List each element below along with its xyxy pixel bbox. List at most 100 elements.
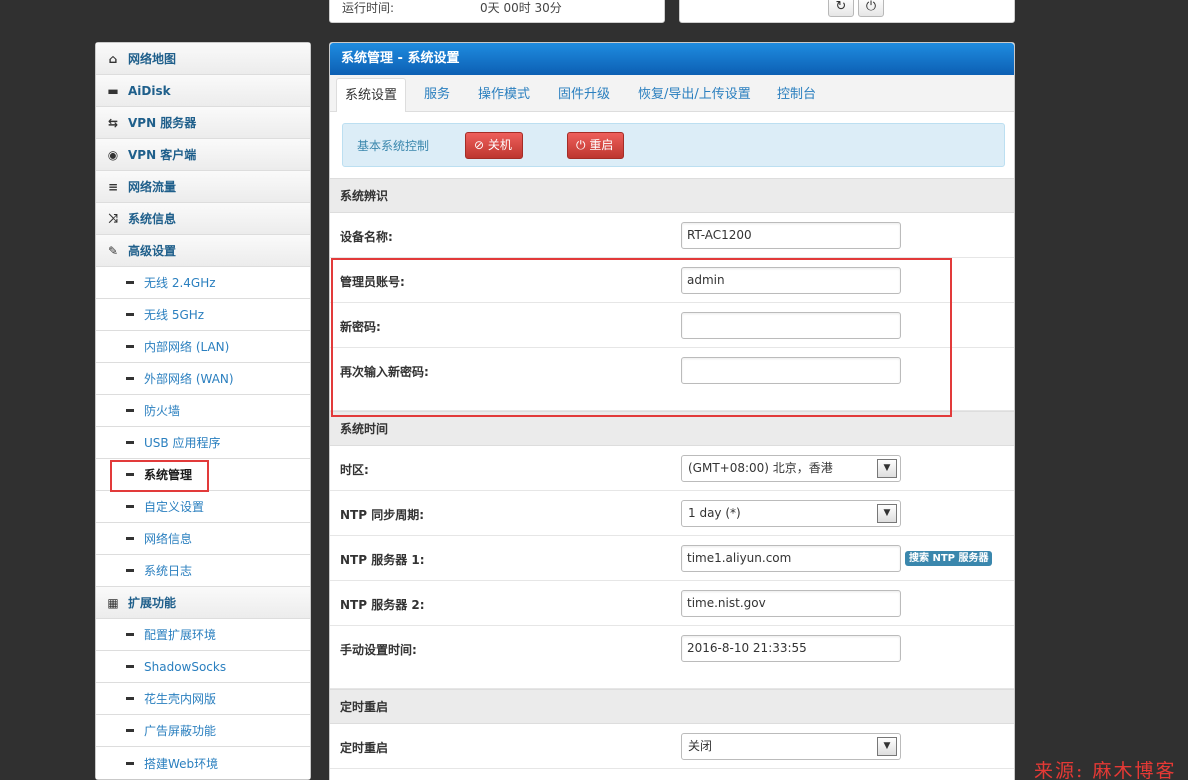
sidebar-item-label: 扩展功能 — [128, 596, 177, 610]
device-name-label: 设备名称: — [340, 230, 393, 244]
chevron-down-icon: ▼ — [877, 504, 897, 523]
tab-restore-export[interactable]: 恢复/导出/上传设置 — [630, 78, 759, 112]
tab-operation-mode[interactable]: 操作模式 — [470, 78, 538, 112]
sidebar-item[interactable]: 广告屏蔽功能 — [96, 715, 310, 747]
ntp-server2-input[interactable]: time.nist.gov — [681, 590, 901, 617]
sidebar-icon: ▦ — [107, 595, 119, 610]
sidebar-item-label: 系统信息 — [128, 212, 177, 226]
manual-time-label: 手动设置时间: — [340, 643, 417, 657]
sidebar-icon: ✎ — [107, 243, 119, 258]
device-name-input[interactable]: RT-AC1200 — [681, 222, 901, 249]
sidebar-icon: ≡ — [107, 179, 119, 194]
sidebar-item-label: 网络流量 — [128, 180, 177, 194]
tab-console[interactable]: 控制台 — [769, 78, 824, 112]
scheduled-reboot-label: 定时重启 — [340, 741, 389, 755]
panel-title: 系统管理 - 系统设置 — [330, 43, 1014, 75]
tab-services[interactable]: 服务 — [416, 78, 458, 112]
sidebar-item[interactable]: 内部网络 (LAN) — [96, 331, 310, 363]
sidebar-item-label: 防火墙 — [144, 404, 181, 418]
ntp-period-label: NTP 同步周期: — [340, 508, 425, 522]
row-ntp-period: NTP 同步周期: 1 day (*) ▼ — [330, 491, 1014, 536]
sidebar-item[interactable]: 配置扩展环境 — [96, 619, 310, 651]
tab-system-settings[interactable]: 系统设置 — [336, 78, 407, 112]
sidebar-item-label: ShadowSocks — [144, 659, 227, 674]
uptime-box: 运行时间: 0天 00时 30分 — [329, 0, 665, 23]
watermark: 来源: 麻木博客 — [1034, 760, 1177, 780]
sidebar-item-label: 花生壳内网版 — [144, 692, 217, 706]
sidebar-item[interactable]: ▦ 扩展功能 — [96, 587, 310, 619]
uptime-value: 0天 00时 30分 — [480, 1, 562, 15]
sidebar-item[interactable]: 无线 2.4GHz — [96, 267, 310, 299]
section-identity: 系统辨识 — [330, 178, 1014, 213]
refresh-icon[interactable]: ↻ — [828, 0, 854, 17]
row-timezone: 时区: (GMT+08:00) 北京，香港 ▼ — [330, 446, 1014, 491]
sidebar-item[interactable]: ✎ 高级设置 — [96, 235, 310, 267]
sidebar-item[interactable]: ⇆ VPN 服务器 — [96, 107, 310, 139]
dash-icon — [126, 505, 134, 508]
sidebar-item-label: 内部网络 (LAN) — [144, 340, 230, 354]
sidebar-item[interactable]: 防火墙 — [96, 395, 310, 427]
sidebar-item[interactable]: 自定义设置 — [96, 491, 310, 523]
dash-icon — [126, 281, 134, 284]
sidebar-item[interactable]: ⌂ 网络地图 — [96, 43, 310, 75]
dash-icon — [126, 345, 134, 348]
shutdown-button-label: 关机 — [487, 138, 512, 152]
highlight-box-credentials — [331, 258, 952, 417]
row-ntp-server1: NTP 服务器 1: time1.aliyun.com 搜索 NTP 服务器 — [330, 536, 1014, 581]
sidebar-icon: ◉ — [107, 147, 119, 162]
sidebar-item-label: 广告屏蔽功能 — [144, 724, 217, 738]
timezone-value: (GMT+08:00) 北京，香港 — [688, 461, 833, 475]
scheduled-reboot-select[interactable]: 关闭 ▼ — [681, 733, 901, 760]
row-device-name: 设备名称: RT-AC1200 — [330, 213, 1014, 258]
sidebar-item[interactable]: ≡ 网络流量 — [96, 171, 310, 203]
reboot-button-label: 重启 — [589, 138, 614, 152]
sidebar-item[interactable]: ▬ AiDisk — [96, 75, 310, 107]
reboot-button[interactable]: ⏻ 重启 — [567, 132, 625, 159]
sidebar-item[interactable]: 花生壳内网版 — [96, 683, 310, 715]
tab-bar: 系统设置 服务 操作模式 固件升级 恢复/导出/上传设置 控制台 — [330, 75, 1014, 112]
sidebar-item-label: 网络地图 — [128, 52, 177, 66]
sidebar-item[interactable]: 外部网络 (WAN) — [96, 363, 310, 395]
sidebar-item-label: USB 应用程序 — [144, 436, 221, 450]
sidebar-item-label: 配置扩展环境 — [144, 628, 217, 642]
section-scheduled-reboot: 定时重启 — [330, 689, 1014, 724]
dash-icon — [126, 441, 134, 444]
tab-firmware-upgrade[interactable]: 固件升级 — [550, 78, 618, 112]
sidebar: ⌂ 网络地图 ▬ AiDisk ⇆ VPN 服务器 ◉ VPN 客户端 ≡ 网络流量 ⤨ 系统信息 ✎ 高… — [95, 42, 311, 780]
dash-icon — [126, 761, 134, 765]
dash-icon — [126, 697, 134, 700]
sidebar-item[interactable]: 无线 5GHz — [96, 299, 310, 331]
sidebar-icon: ⌂ — [108, 51, 118, 66]
sidebar-icon: ▬ — [107, 83, 119, 98]
dash-icon — [126, 313, 134, 316]
sidebar-item-label: AiDisk — [128, 83, 171, 98]
ntp-period-value: 1 day (*) — [688, 506, 741, 520]
scheduled-reboot-value: 关闭 — [688, 739, 713, 753]
ntp-period-select[interactable]: 1 day (*) ▼ — [681, 500, 901, 527]
sidebar-item[interactable]: ShadowSocks — [96, 651, 310, 683]
power-icon[interactable]: ⏻ — [858, 0, 884, 17]
system-control-alert: 基本系统控制 ⊘ 关机 ⏻ 重启 — [342, 123, 1005, 167]
sidebar-item-label: 网络信息 — [144, 532, 193, 546]
highlight-box-system-admin — [110, 460, 209, 492]
sidebar-item[interactable]: USB 应用程序 — [96, 427, 310, 459]
timezone-label: 时区: — [340, 463, 369, 477]
sidebar-item[interactable]: 系统日志 — [96, 555, 310, 587]
timezone-select[interactable]: (GMT+08:00) 北京，香港 ▼ — [681, 455, 901, 482]
sidebar-item-label: 无线 2.4GHz — [144, 276, 216, 290]
sidebar-item[interactable]: 网络信息 — [96, 523, 310, 555]
sidebar-icon: ⤨ — [108, 211, 118, 225]
manual-time-input[interactable]: 2016-8-10 21:33:55 — [681, 635, 901, 662]
ntp-server1-input[interactable]: time1.aliyun.com — [681, 545, 901, 572]
uptime-label: 运行时间: — [342, 1, 395, 15]
sidebar-item[interactable]: 搭建Web环境 — [96, 747, 310, 779]
sidebar-item[interactable]: ⤨ 系统信息 — [96, 203, 310, 235]
sidebar-item-label: 外部网络 (WAN) — [144, 372, 234, 386]
dash-icon — [126, 633, 134, 636]
shutdown-button[interactable]: ⊘ 关机 — [465, 132, 523, 159]
sidebar-item-label: VPN 服务器 — [128, 116, 197, 130]
dash-icon — [126, 409, 134, 412]
row-manual-time: 手动设置时间: 2016-8-10 21:33:55 — [330, 626, 1014, 689]
sidebar-item[interactable]: ◉ VPN 客户端 — [96, 139, 310, 171]
search-ntp-button[interactable]: 搜索 NTP 服务器 — [905, 551, 993, 566]
